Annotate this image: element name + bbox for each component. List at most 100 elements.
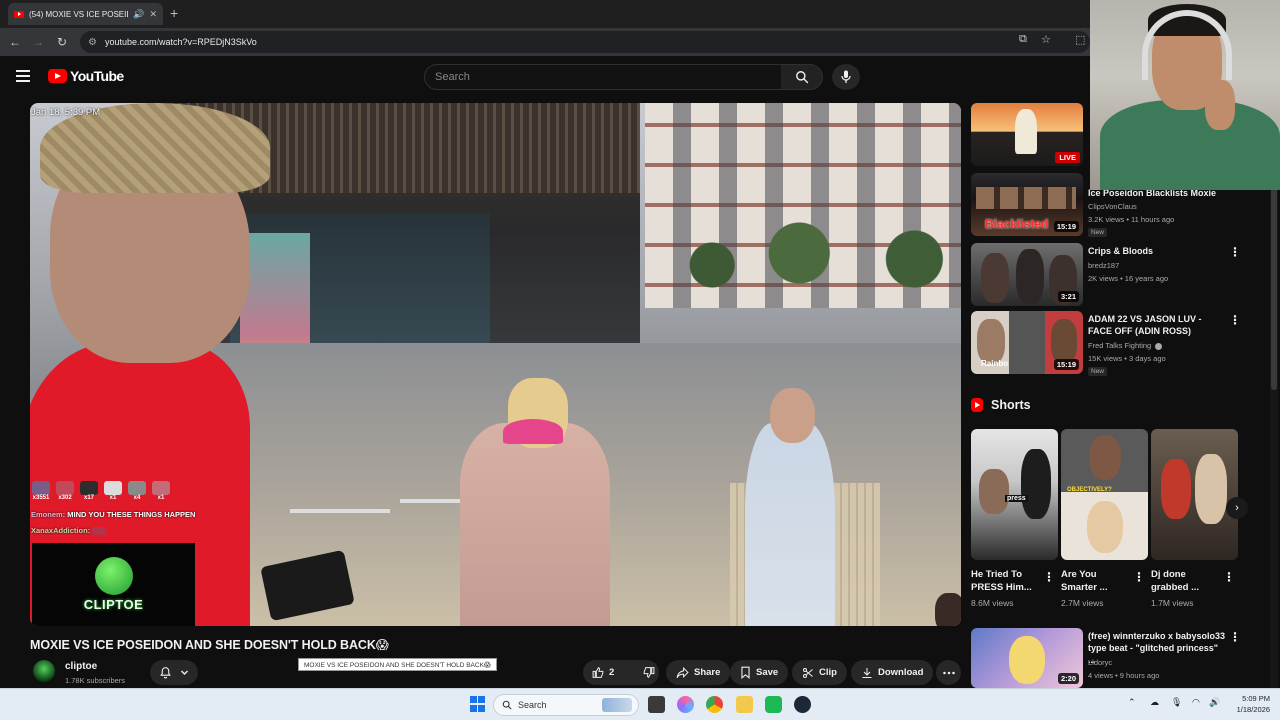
shorts-section-header: Shorts	[971, 398, 1031, 412]
browser-tab[interactable]: (54) MOXIE VS ICE POSEIDO 🔊 ✕	[8, 3, 163, 25]
forward-arrow-icon[interactable]: →	[29, 33, 47, 51]
chevron-right-icon[interactable]: ›	[1226, 497, 1248, 519]
reload-icon[interactable]: ↻	[53, 33, 71, 51]
address-bar[interactable]: ⚙ youtube.com/watch?v=RPEDjN3SkVo	[80, 31, 1090, 53]
volume-icon[interactable]: 🔊	[1209, 697, 1220, 708]
recommended-video[interactable]: Rainbo 15:19 ADAM 22 VS JASON LUV - FACE…	[971, 311, 1271, 376]
video-player[interactable]: Jan 18, 5:39 PM x3551 x302 x17 x1 x4 x1 …	[30, 103, 961, 626]
youtube-logo[interactable]: YouTube	[48, 68, 124, 84]
wifi-icon[interactable]: ◠	[1192, 697, 1200, 708]
frog-logo-icon	[94, 557, 133, 595]
more-vertical-icon[interactable]: ⋮	[1229, 245, 1241, 259]
extensions-icon[interactable]: ⬚	[1075, 33, 1085, 46]
steam-icon[interactable]	[794, 696, 811, 713]
speaker-icon[interactable]: 🔊	[133, 9, 144, 20]
video-title[interactable]: Crips & Bloods	[1088, 245, 1228, 257]
chevron-up-icon[interactable]: ⌃	[1128, 697, 1136, 708]
site-info-icon[interactable]: ⚙	[88, 37, 97, 48]
microphone-icon[interactable]: 🎙	[1171, 697, 1182, 708]
video-thumbnail[interactable]: Rainbo 15:19	[971, 311, 1083, 374]
chevron-down-icon	[181, 670, 188, 675]
download-button[interactable]: Download	[851, 660, 934, 685]
back-arrow-icon[interactable]: ←	[6, 33, 24, 51]
tray-app-icon[interactable]: ☁	[1150, 697, 1159, 708]
more-vertical-icon[interactable]: ⋮	[1043, 570, 1055, 584]
url-text: youtube.com/watch?v=RPEDjN3SkVo	[104, 37, 257, 47]
video-duration: 3:21	[1057, 291, 1079, 302]
search-input[interactable]: Search	[424, 64, 782, 90]
notification-bell-button[interactable]	[150, 660, 198, 685]
video-duration: 2:20	[1057, 673, 1079, 684]
channel-name[interactable]: Fred Talks Fighting	[1088, 341, 1163, 350]
youtube-play-icon	[48, 69, 67, 83]
more-vertical-icon[interactable]: ⋮	[1133, 570, 1145, 584]
new-tab-icon[interactable]: +	[170, 5, 178, 21]
close-tab-icon[interactable]: ✕	[149, 9, 157, 20]
search-placeholder: Search	[435, 71, 470, 83]
menu-icon[interactable]	[16, 70, 30, 82]
copilot-icon[interactable]	[677, 696, 694, 713]
short-thumbnail[interactable]	[1151, 429, 1238, 560]
short-title[interactable]: He Tried To PRESS Him...	[971, 568, 1041, 594]
chrome-icon[interactable]	[706, 696, 723, 713]
save-button[interactable]: Save	[730, 660, 789, 685]
more-actions-button[interactable]	[936, 660, 961, 685]
channel-name[interactable]: bredz187	[1088, 261, 1119, 270]
browser-tab-bar: (54) MOXIE VS ICE POSEIDO 🔊 ✕ +	[0, 0, 1280, 28]
bell-icon	[160, 667, 171, 679]
file-explorer-icon[interactable]	[736, 696, 753, 713]
short-item[interactable]: press He Tried To PRESS Him... 8.6M view…	[971, 429, 1058, 608]
short-item[interactable]: OBJECTIVELY? Are You Smarter ... 2.7M vi…	[1061, 429, 1148, 608]
channel-name[interactable]: ClipsVonClaus	[1088, 202, 1137, 211]
channel-avatar[interactable]	[33, 660, 55, 682]
bookmark-star-icon[interactable]: ☆	[1041, 33, 1051, 46]
video-thumbnail[interactable]: Blacklisted 15:19	[971, 173, 1083, 236]
recommended-video[interactable]: 3:21 Crips & Bloods bredz187 2K views • …	[971, 243, 1271, 307]
like-button[interactable]: 2	[583, 660, 623, 685]
more-vertical-icon[interactable]: ⋮	[1223, 570, 1235, 584]
short-thumbnail[interactable]: press	[971, 429, 1058, 560]
short-title[interactable]: Are You Smarter ...	[1061, 568, 1131, 594]
emote-count: x4	[128, 481, 146, 501]
channel-name[interactable]: Lldoryc	[1088, 658, 1112, 667]
more-vertical-icon[interactable]: ⋮	[1229, 630, 1241, 644]
search-icon	[795, 71, 808, 84]
voice-search-button[interactable]	[832, 64, 860, 90]
short-title[interactable]: Dj done grabbed ...	[1151, 568, 1221, 594]
more-horizontal-icon	[942, 671, 955, 674]
youtube-header: YouTube Search	[0, 56, 1280, 100]
recommended-video[interactable]: 2:20 (free) winnterzuko x babysolo33 typ…	[971, 628, 1271, 692]
windows-start-icon[interactable]	[470, 696, 487, 713]
system-clock[interactable]: 5:09 PM 1/18/2026	[1226, 693, 1270, 715]
channel-name[interactable]: cliptoe	[65, 661, 97, 672]
short-views: 1.7M views	[1151, 598, 1194, 608]
share-button[interactable]: Share	[666, 660, 731, 685]
install-app-icon[interactable]: ⧉	[1019, 33, 1027, 46]
shorts-logo-icon	[971, 398, 983, 412]
search-icon	[502, 700, 512, 710]
search-highlight-icon	[602, 698, 632, 712]
chat-message: XanaxAddiction:	[31, 526, 107, 536]
verified-check-icon	[1155, 342, 1163, 350]
like-dislike-group: 2	[583, 660, 659, 685]
app-icon[interactable]	[765, 696, 782, 713]
video-title[interactable]: ADAM 22 VS JASON LUV - FACE OFF (ADIN RO…	[1088, 313, 1228, 337]
task-view-icon[interactable]	[648, 696, 665, 713]
short-thumbnail[interactable]: OBJECTIVELY?	[1061, 429, 1148, 560]
search-button[interactable]	[781, 64, 823, 90]
video-thumbnail[interactable]: 2:20	[971, 628, 1083, 688]
dislike-button[interactable]	[633, 660, 664, 685]
clip-button[interactable]: Clip	[792, 660, 847, 685]
tab-title: (54) MOXIE VS ICE POSEIDO	[29, 9, 129, 19]
cliptoe-overlay-logo: CLIPTOE	[32, 543, 195, 626]
short-item[interactable]: Dj done grabbed ... 1.7M views ⋮	[1151, 429, 1238, 608]
browser-toolbar: ← → ↻ ⚙ youtube.com/watch?v=RPEDjN3SkVo …	[0, 28, 1280, 56]
like-count: 2	[609, 667, 615, 678]
video-thumbnail[interactable]: LIVE	[971, 103, 1083, 166]
emote-count: x3551	[32, 481, 50, 501]
live-badge: LIVE	[1055, 152, 1080, 163]
video-title: MOXIE VS ICE POSEIDON AND SHE DOESN'T HO…	[30, 638, 389, 652]
taskbar-search[interactable]: Search	[493, 694, 639, 716]
video-thumbnail[interactable]: 3:21	[971, 243, 1083, 306]
more-vertical-icon[interactable]: ⋮	[1229, 313, 1241, 327]
